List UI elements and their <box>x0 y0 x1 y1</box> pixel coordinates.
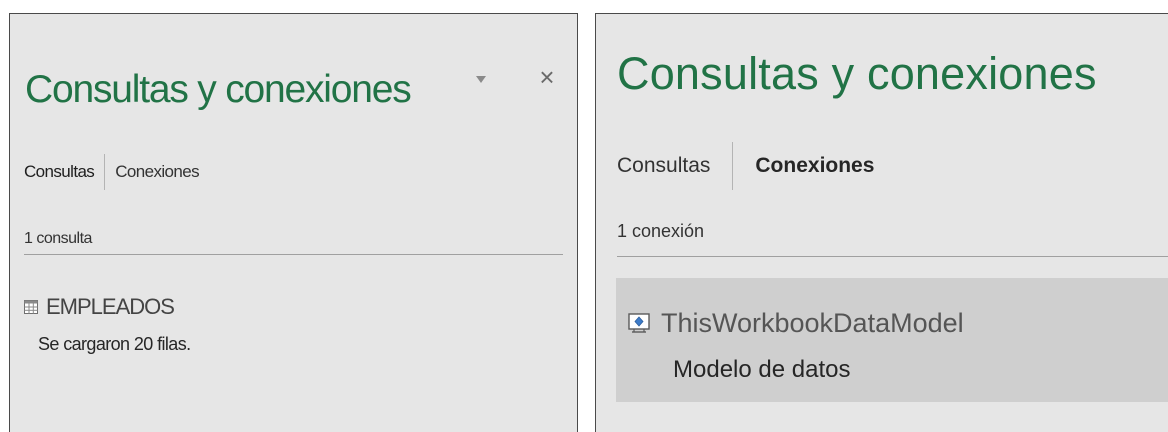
queries-connections-pane-right: Consultas y conexiones Consultas Conexio… <box>595 13 1168 432</box>
pane-title: Consultas y conexiones <box>25 68 412 111</box>
divider <box>617 256 1168 257</box>
tab-conexiones[interactable]: Conexiones <box>755 154 874 178</box>
connection-description: Modelo de datos <box>673 356 851 383</box>
tab-divider <box>732 142 734 190</box>
connection-count: 1 conexión <box>617 221 705 241</box>
close-icon: × <box>539 61 555 92</box>
connection-item-thisworkbookdatamodel[interactable]: ThisWorkbookDataModel Modelo de datos <box>616 278 1168 402</box>
query-count: 1 consulta <box>24 230 92 247</box>
divider <box>24 254 563 255</box>
pane-title: Consultas y conexiones <box>617 48 1097 99</box>
query-name: EMPLEADOS <box>46 294 175 319</box>
tab-divider <box>104 154 106 190</box>
queries-connections-pane-left: Consultas y conexiones × Consultas Conex… <box>9 13 578 432</box>
pane-tabs: Consultas Conexiones <box>24 154 200 190</box>
data-model-icon <box>628 313 650 333</box>
tab-consultas[interactable]: Consultas <box>24 162 95 182</box>
dropdown-arrow-icon <box>476 75 486 83</box>
tab-conexiones[interactable]: Conexiones <box>115 162 199 182</box>
tab-consultas[interactable]: Consultas <box>617 154 710 178</box>
connection-name-row: ThisWorkbookDataModel <box>628 308 964 339</box>
table-icon <box>24 300 38 314</box>
pane-tabs: Consultas Conexiones <box>617 142 874 190</box>
screenshot-canvas: Consultas y conexiones × Consultas Conex… <box>0 0 1168 432</box>
close-button[interactable]: × <box>534 62 560 92</box>
pane-options-button[interactable] <box>470 66 492 92</box>
connection-name: ThisWorkbookDataModel <box>661 308 964 338</box>
query-name-row: EMPLEADOS <box>24 294 175 320</box>
query-status: Se cargaron 20 filas. <box>38 334 191 354</box>
